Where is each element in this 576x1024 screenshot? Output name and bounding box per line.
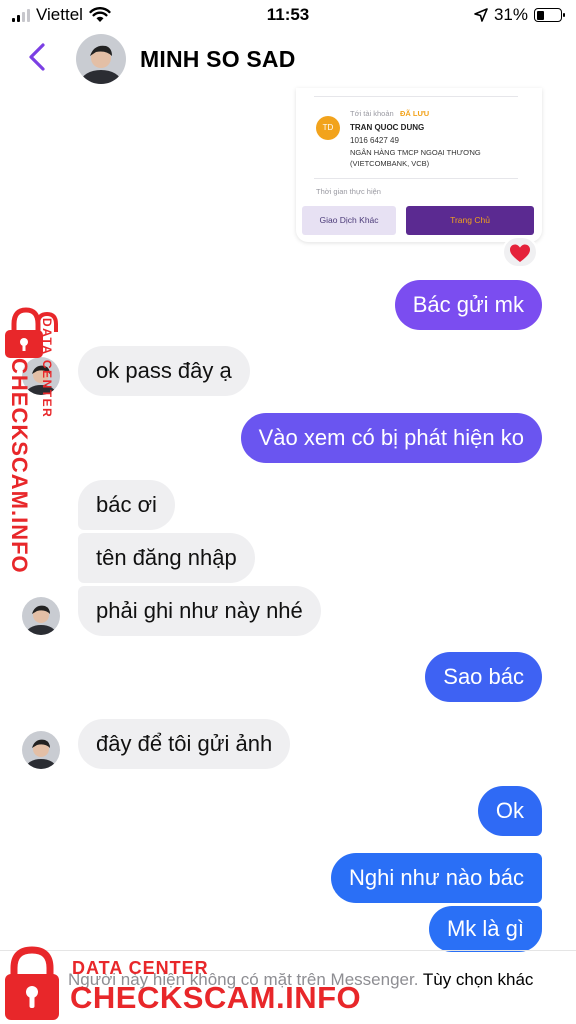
transfer-receipt-image[interactable]: TD Tới tài khoản ĐÃ LƯU TRAN QUOC DUNG 1… <box>296 88 542 242</box>
divider <box>314 178 518 179</box>
watermark-data-center: DATA CENTER <box>72 958 209 978</box>
avatar[interactable] <box>22 597 60 635</box>
message-bubble-outgoing[interactable]: Bác gửi mk <box>394 280 542 330</box>
recipient-badge: TD <box>316 116 340 140</box>
chat-header: MINH SO SAD <box>0 30 576 88</box>
divider <box>314 96 518 97</box>
message-bubble-outgoing[interactable]: Sao bác <box>425 652 542 702</box>
message-bubble-outgoing[interactable]: Vào xem có bị phát hiện ko <box>240 413 542 463</box>
avatar[interactable] <box>76 34 126 84</box>
contact-name[interactable]: MINH SO SAD <box>140 46 296 73</box>
heart-reaction-icon[interactable] <box>502 236 538 268</box>
avatar[interactable] <box>22 731 60 769</box>
account-number: 1016 6427 49 <box>350 136 399 145</box>
watermark-checkscam: CHECKSCAM.INFO <box>7 358 32 574</box>
other-transaction-button: Giao Dịch Khác <box>302 206 396 235</box>
battery-percent: 31% <box>493 5 528 24</box>
battery-icon <box>534 8 565 22</box>
message-bubble-incoming[interactable]: đây để tôi gửi ảnh <box>78 719 291 769</box>
chevron-left-icon[interactable] <box>26 42 50 72</box>
message-bubble-outgoing[interactable]: Mk là gì <box>428 906 542 952</box>
message-bubble-incoming[interactable]: ok pass đây ạ <box>78 346 250 396</box>
more-options-link[interactable]: Tùy chọn khác <box>423 970 534 989</box>
time-label: Thời gian thực hiện <box>316 187 381 196</box>
message-bubble-outgoing[interactable]: Nghi như nào bác <box>331 853 542 903</box>
saved-badge: ĐÃ LƯU <box>400 109 430 118</box>
message-bubble-incoming[interactable]: bác ơi <box>78 480 175 530</box>
watermark-data-center: DATA CENTER <box>40 318 54 419</box>
account-label: Tới tài khoản <box>350 109 394 118</box>
location-arrow-icon <box>474 8 488 22</box>
bank-code: (VIETCOMBANK, VCB) <box>350 159 430 168</box>
watermark-checkscam: CHECKSCAM.INFO <box>70 980 362 1015</box>
message-bubble-outgoing[interactable]: Ok <box>477 786 542 836</box>
bank-name: NGÂN HÀNG TMCP NGOẠI THƯƠNG <box>350 148 481 157</box>
home-button: Trang Chủ <box>406 206 534 235</box>
account-name: TRAN QUOC DUNG <box>350 123 425 132</box>
status-right: 31% <box>474 5 565 25</box>
status-bar: Viettel 11:53 31% <box>0 0 576 30</box>
message-bubble-incoming[interactable]: phải ghi như này nhé <box>78 586 321 636</box>
message-bubble-incoming[interactable]: tên đăng nhập <box>78 533 255 583</box>
